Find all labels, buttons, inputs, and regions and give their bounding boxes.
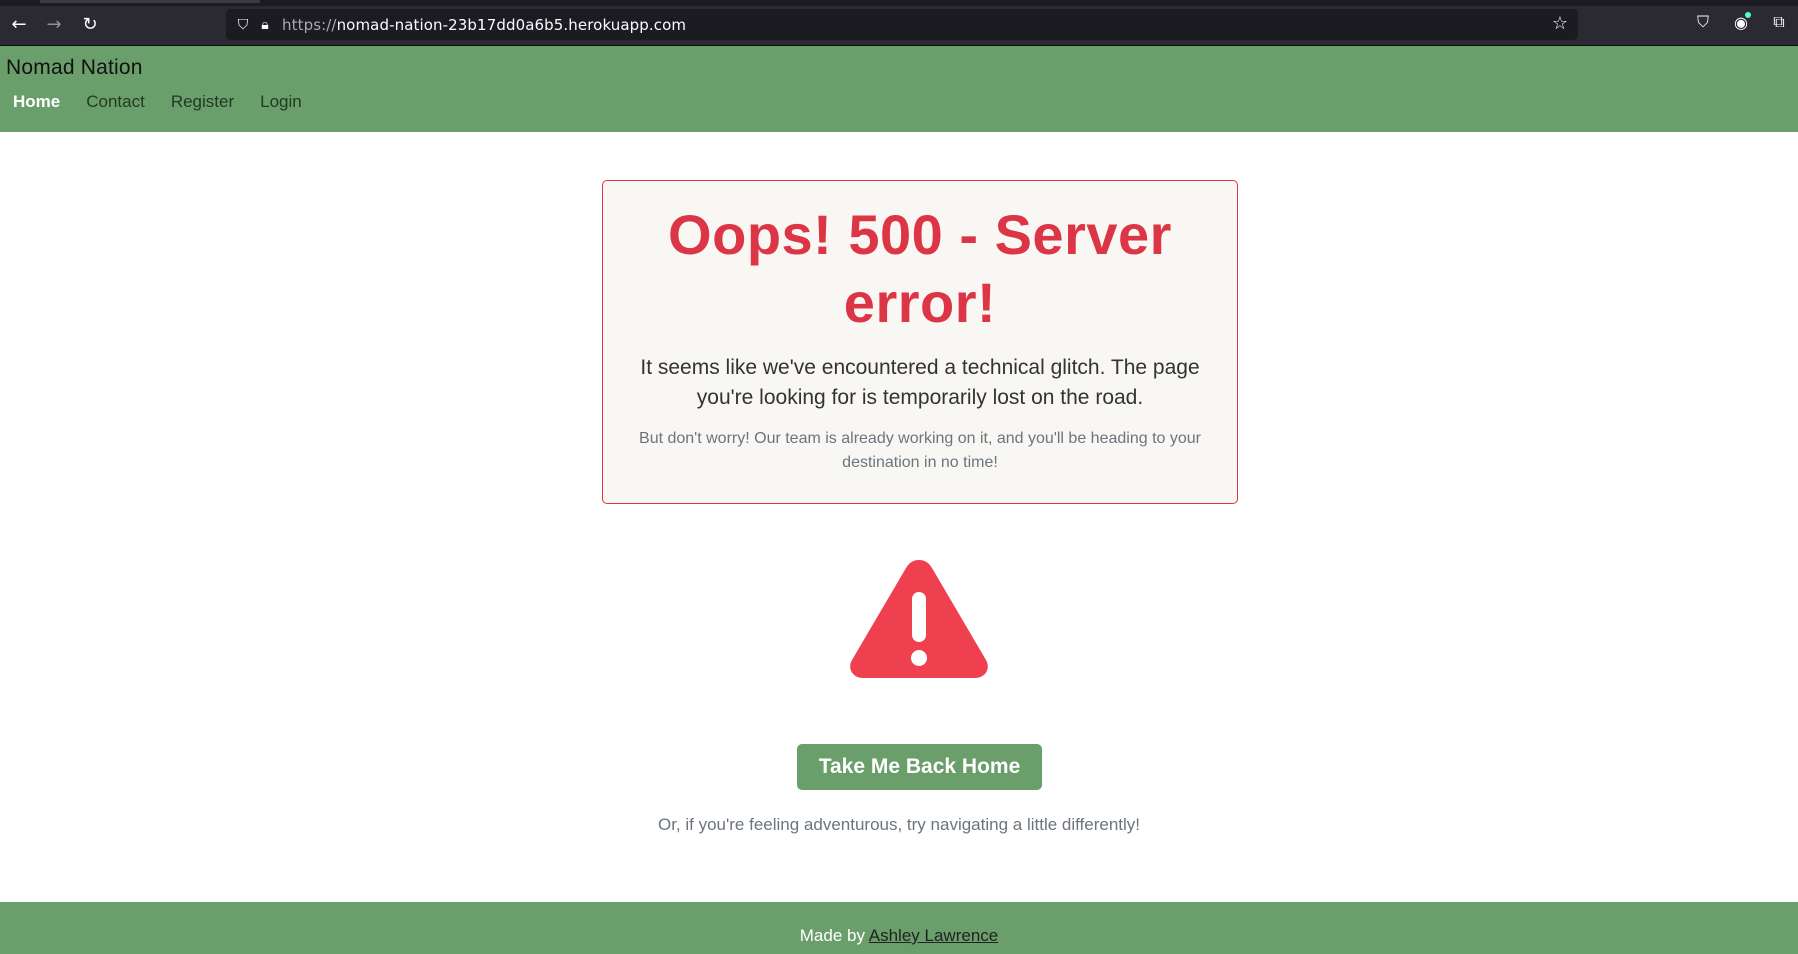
site-header: Nomad Nation Home Contact Register Login: [0, 46, 1798, 132]
warning-icon: [850, 560, 988, 678]
url-host: nomad-nation-23b17dd0a6b5.herokuapp.com: [336, 15, 687, 34]
tab-strip: [0, 0, 1798, 6]
nav-contact[interactable]: Contact: [86, 92, 145, 112]
shield-icon[interactable]: ⛉: [232, 14, 254, 36]
nav-login[interactable]: Login: [260, 92, 302, 112]
browser-toolbar: ← → ↻ ⛉ 🔒︎ https://nomad-nation-23b17dd0…: [0, 0, 1798, 46]
error-title: Oops! 500 - Server error!: [668, 203, 1172, 334]
extensions-icon[interactable]: ⧉: [1768, 11, 1790, 33]
account-icon[interactable]: ◉: [1730, 11, 1752, 33]
main-nav: Home Contact Register Login: [13, 92, 302, 112]
reload-icon[interactable]: ↻: [77, 11, 103, 37]
footer-author-link[interactable]: Ashley Lawrence: [869, 926, 998, 945]
url-protocol: https://: [282, 15, 337, 34]
error-card: Oops! 500 - Server error! It seems like …: [602, 180, 1238, 504]
forward-icon[interactable]: →: [41, 11, 67, 37]
toolbar-icons: ⛉ ◉ ⧉: [1692, 11, 1790, 33]
pocket-icon[interactable]: ⛉: [1692, 11, 1714, 33]
star-icon[interactable]: ☆: [1552, 13, 1568, 34]
notification-dot: [1745, 12, 1751, 18]
back-icon[interactable]: ←: [6, 11, 32, 37]
take-me-back-home-button[interactable]: Take Me Back Home: [797, 744, 1042, 790]
lock-icon[interactable]: 🔒︎: [254, 14, 276, 36]
footer-made-by: Made by: [799, 926, 869, 945]
error-subtext: But don't worry! Our team is already wor…: [639, 430, 1201, 471]
error-lead: It seems like we've encountered a techni…: [640, 356, 1200, 409]
url-bar[interactable]: ⛉ 🔒︎ https://nomad-nation-23b17dd0a6b5.h…: [226, 9, 1578, 40]
brand-name[interactable]: Nomad Nation: [6, 56, 143, 80]
site-footer: Made by Ashley Lawrence: [0, 902, 1798, 954]
url-text[interactable]: https://nomad-nation-23b17dd0a6b5.heroku…: [282, 16, 686, 34]
adventure-text: Or, if you're feeling adventurous, try n…: [657, 815, 1141, 834]
nav-home[interactable]: Home: [13, 92, 60, 112]
active-tab-indicator[interactable]: [40, 0, 260, 3]
nav-register[interactable]: Register: [171, 92, 234, 112]
